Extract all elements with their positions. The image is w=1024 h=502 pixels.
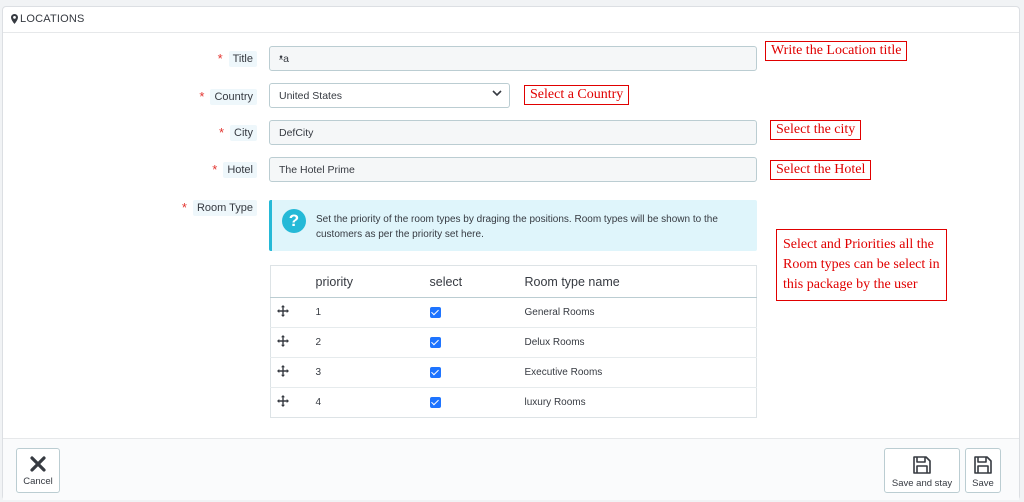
room-type-name-cell: General Rooms [524,297,757,328]
save-icon [974,456,992,474]
locations-panel: LOCATIONS * Title ᵜa * Country United Stat… [2,6,1020,500]
hotel-input[interactable]: The Hotel Prime [269,157,757,182]
cancel-button-label: Cancel [23,476,53,487]
country-label: * Country [199,89,257,105]
drag-handle-icon[interactable] [270,387,316,418]
question-icon: ? [282,209,306,233]
cancel-button[interactable]: Cancel [16,448,60,493]
city-label: * City [219,125,257,141]
city-input[interactable]: DefCity [269,120,757,145]
table-row: 3 Executive Rooms [270,357,757,388]
priority-cell: 4 [315,387,430,418]
drag-handle-icon[interactable] [270,327,316,358]
room-type-name-cell: luxury Rooms [524,387,757,418]
title-input[interactable]: ᵜa [269,46,757,71]
annotation-title: Write the Location title [765,41,908,61]
title-label: * Title [218,51,257,67]
save-and-stay-label: Save and stay [891,478,953,489]
select-cell [429,327,525,358]
save-and-stay-button[interactable]: Save and stay [884,448,960,493]
annotation-hotel: Select the Hotel [770,160,872,180]
room-type-info-text: Set the priority of the room types by dr… [316,214,718,240]
select-cell [429,297,525,328]
priority-cell: 2 [315,327,430,358]
room-type-info-alert: ? Set the priority of the room types by … [269,200,757,251]
room-type-name-cell: Executive Rooms [524,357,757,388]
chevron-down-icon [492,88,502,100]
select-cell [429,357,525,388]
annotation-room-types: Select and Priorities all the Room types… [776,229,947,301]
room-type-name-cell: Delux Rooms [524,327,757,358]
drag-handle-icon[interactable] [270,297,316,328]
column-header-priority: priority [315,265,430,298]
room-select-checkbox[interactable] [429,336,441,348]
select-cell [429,387,525,418]
table-row: 4 luxury Rooms [270,387,757,418]
room-select-checkbox[interactable] [429,396,441,408]
room-type-table: priority select Room type name 1 General… [270,265,757,418]
table-row: 2 Delux Rooms [270,327,757,358]
annotation-room-types-line: Room types can be select in [783,257,940,272]
save-button[interactable]: Save [965,448,1001,493]
drag-column-header [270,265,316,298]
country-select-value: United States [279,90,343,102]
close-icon [30,456,46,472]
drag-handle-icon[interactable] [270,357,316,388]
panel-header: LOCATIONS [3,7,1019,33]
table-header-row: priority select Room type name [270,265,757,298]
country-select[interactable]: United States [269,83,510,108]
room-select-checkbox[interactable] [429,366,441,378]
annotation-room-types-line: Select and Priorities all the [783,237,934,252]
map-marker-icon [11,14,18,27]
table-row: 1 General Rooms [270,297,757,328]
column-header-room-type-name: Room type name [524,265,757,298]
hotel-label: * Hotel [212,162,257,178]
annotation-country: Select a Country [524,85,630,105]
panel-title: LOCATIONS [20,13,85,25]
room-type-label: * Room Type [182,200,257,216]
save-icon [913,456,931,474]
save-button-label: Save [972,478,994,489]
room-select-checkbox[interactable] [429,306,441,318]
column-header-select: select [429,265,525,298]
annotation-room-types-line: this package by the user [783,277,918,292]
priority-cell: 1 [315,297,430,328]
priority-cell: 3 [315,357,430,388]
annotation-city: Select the city [770,120,862,140]
panel-footer: Cancel Save and stay Save [3,438,1019,500]
